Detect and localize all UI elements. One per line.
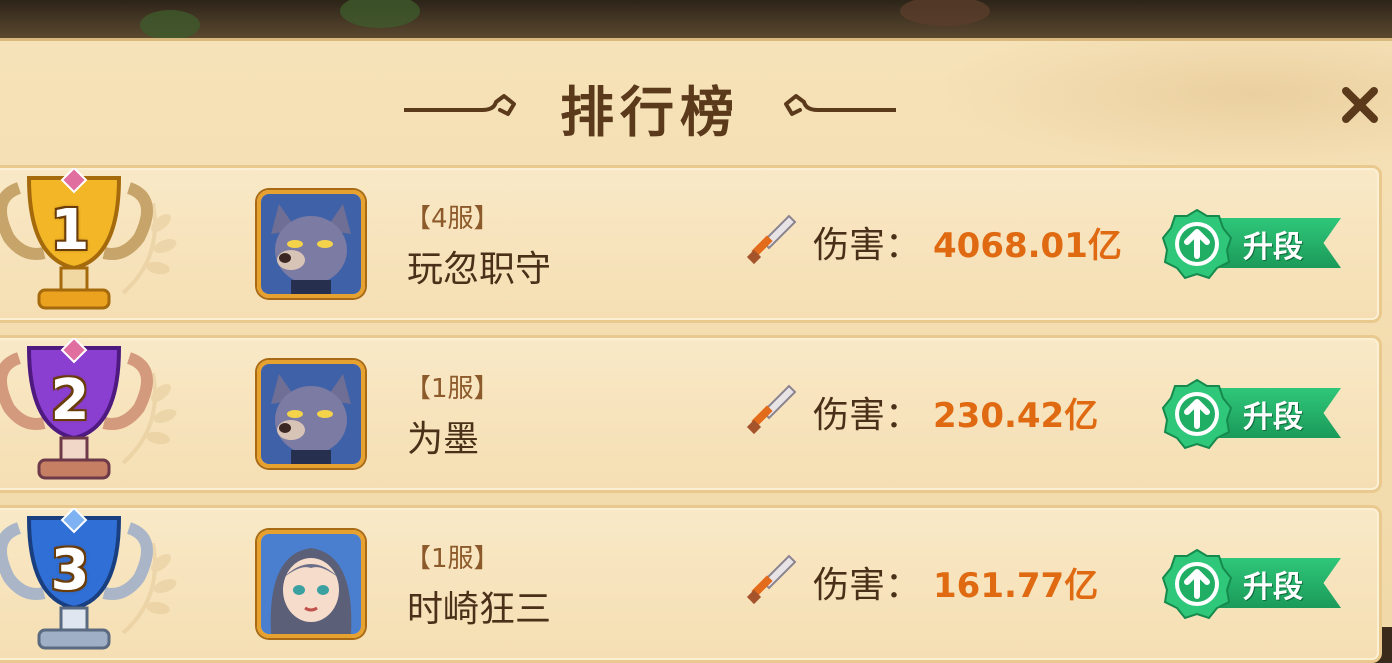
- arrow-up-icon: [1161, 378, 1233, 450]
- sword-icon: [746, 554, 797, 605]
- leaf-decoration: [340, 0, 420, 28]
- wolf-face-icon: [261, 194, 361, 294]
- leaf-decoration: [140, 10, 200, 40]
- wolf-face-icon: [261, 364, 361, 464]
- arrow-up-icon: [1161, 208, 1233, 280]
- sword-icon: [746, 214, 797, 265]
- leaderboard-panel: 排行榜 1 【4服】 玩忽职守 伤害： 4068.01亿 升段 2 【1服】 为…: [0, 38, 1392, 663]
- upgrade-label: 升段: [1243, 570, 1303, 605]
- left-flourish-icon: [404, 94, 516, 116]
- leaf-decoration: [900, 0, 990, 26]
- upgrade-label: 升段: [1243, 400, 1303, 435]
- damage-label: 伤害：: [813, 225, 922, 266]
- leaderboard-row[interactable]: 1 【4服】 玩忽职守 伤害： 4068.01亿 升段: [0, 165, 1382, 323]
- girl-face-icon: [261, 534, 361, 634]
- server-tag: 【1服】: [405, 544, 500, 574]
- wolf-avatar[interactable]: [257, 360, 365, 468]
- leaderboard-row[interactable]: 2 【1服】 为墨 伤害： 230.42亿 升段: [0, 335, 1382, 493]
- damage-value: 4068.01亿: [933, 226, 1122, 266]
- player-name: 玩忽职守: [407, 249, 552, 290]
- leaderboard-row[interactable]: 3 【1服】 时崎狂三 伤害： 161.77亿 升段: [0, 505, 1382, 663]
- rank-number: 1: [50, 198, 90, 263]
- damage-value: 230.42亿: [933, 396, 1099, 436]
- player-name: 为墨: [407, 419, 480, 460]
- right-flourish-icon: [784, 94, 896, 116]
- upgrade-rank-button[interactable]: 升段: [1161, 548, 1341, 620]
- upgrade-label: 升段: [1243, 230, 1303, 265]
- close-icon: [1342, 87, 1378, 123]
- background-scene: [0, 0, 1392, 40]
- rank-number: 2: [50, 368, 90, 433]
- wolf-avatar[interactable]: [257, 190, 365, 298]
- girl-avatar[interactable]: [257, 530, 365, 638]
- arrow-up-icon: [1161, 548, 1233, 620]
- server-tag: 【1服】: [405, 374, 500, 404]
- upgrade-rank-button[interactable]: 升段: [1161, 208, 1341, 280]
- damage-label: 伤害：: [813, 395, 922, 436]
- damage-label: 伤害：: [813, 565, 922, 606]
- damage-value: 161.77亿: [933, 566, 1099, 606]
- sword-icon: [746, 384, 797, 435]
- upgrade-rank-button[interactable]: 升段: [1161, 378, 1341, 450]
- rank-number: 3: [50, 538, 90, 603]
- player-name: 时崎狂三: [407, 589, 552, 630]
- close-button[interactable]: [1336, 81, 1384, 129]
- server-tag: 【4服】: [405, 204, 500, 234]
- page-title: 排行榜: [560, 79, 740, 144]
- title-bar: 排行榜: [0, 77, 1300, 144]
